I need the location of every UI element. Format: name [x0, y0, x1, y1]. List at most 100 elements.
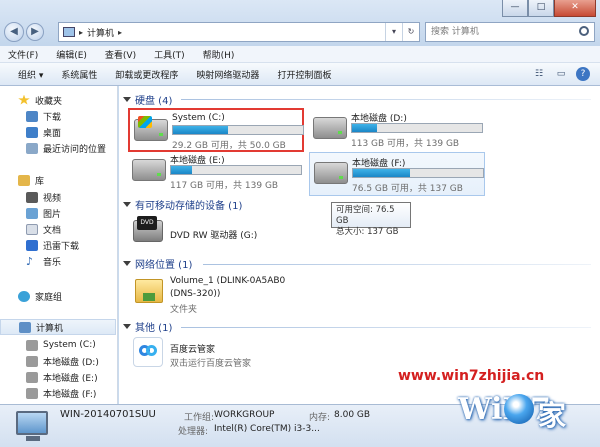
network-folder-icon[interactable]: [135, 275, 165, 305]
drive-usage-bar: [172, 125, 304, 135]
window-controls: — □ ✕: [502, 0, 596, 17]
content-pane: 硬盘 (4) System (C:) 29.2 GB 可用，共 50.0 GB …: [119, 86, 600, 404]
uninstall-program-button[interactable]: 卸载或更改程序: [115, 68, 178, 81]
drive-tooltip: 可用空间: 76.5 GB 总大小: 137 GB: [331, 202, 411, 237]
menu-edit[interactable]: 编辑(E): [56, 48, 87, 61]
computer-icon: [16, 411, 48, 435]
drive-size: 76.5 GB 可用，共 137 GB: [352, 184, 463, 194]
collapse-icon: [123, 324, 131, 329]
address-tail: ▾ ↻: [385, 23, 419, 41]
dvd-drive-icon[interactable]: DVD: [133, 216, 163, 246]
workgroup-label: 工作组:: [184, 413, 215, 423]
menu-help[interactable]: 帮助(H): [203, 48, 235, 61]
back-button[interactable]: ◀: [4, 22, 24, 42]
other-item-name[interactable]: 百度云管家: [170, 342, 215, 355]
computer-stand: [26, 436, 40, 441]
drive-led: [338, 131, 342, 134]
drive-e[interactable]: 本地磁盘 (E:) 117 GB 可用，共 139 GB: [128, 150, 304, 194]
preview-pane-icon[interactable]: ▭: [554, 67, 568, 81]
maximize-button[interactable]: □: [528, 0, 554, 17]
close-button[interactable]: ✕: [554, 0, 596, 17]
dvd-drive-name[interactable]: DVD RW 驱动器 (G:): [170, 228, 257, 241]
drive-f[interactable]: 本地磁盘 (F:) 76.5 GB 可用，共 137 GB: [309, 152, 485, 196]
search-input[interactable]: 搜索 计算机: [425, 22, 595, 42]
sidebar-item-label: 本地磁盘 (E:): [43, 373, 98, 384]
chevron-right-icon[interactable]: ▸: [118, 28, 122, 37]
cpu-label: 处理器:: [178, 427, 209, 437]
cloud-ring-right: [146, 345, 157, 356]
sidebar-libraries[interactable]: 库: [18, 172, 44, 188]
group-removable[interactable]: 有可移动存储的设备 (1): [123, 197, 242, 212]
address-bar[interactable]: ▸ 计算机 ▸ ▾ ↻: [58, 22, 420, 42]
open-control-panel-button[interactable]: 打开控制面板: [277, 68, 331, 81]
sidebar-computer[interactable]: 计算机: [0, 319, 116, 335]
address-path[interactable]: 计算机: [87, 26, 114, 39]
memory-label: 内存:: [309, 413, 331, 423]
system-properties-button[interactable]: 系统属性: [61, 68, 97, 81]
drive-size: 117 GB 可用，共 139 GB: [170, 181, 279, 191]
drive-led: [157, 173, 161, 176]
sidebar-item-recent[interactable]: 最近访问的位置: [26, 140, 106, 156]
tooltip-total-size: 总大小: 137 GB: [336, 227, 399, 237]
drive-c[interactable]: System (C:) 29.2 GB 可用，共 50.0 GB: [128, 108, 304, 152]
sidebar-item-downloads[interactable]: 下载: [26, 108, 61, 124]
change-view-icon[interactable]: ☷: [532, 67, 546, 81]
sidebar-item-drive-d[interactable]: 本地磁盘 (D:): [26, 353, 99, 369]
chevron-down-icon[interactable]: ▾: [385, 23, 402, 41]
sidebar-item-pictures[interactable]: 图片: [26, 205, 61, 221]
video-icon: [26, 191, 38, 203]
sidebar-favorites[interactable]: 收藏夹: [18, 92, 62, 108]
map-network-drive-button[interactable]: 映射网络驱动器: [196, 68, 259, 81]
collapse-icon: [123, 97, 131, 102]
sidebar-item-videos[interactable]: 视频: [26, 189, 61, 205]
refresh-icon[interactable]: ↻: [402, 23, 419, 41]
sidebar-item-label: 音乐: [43, 257, 62, 268]
sidebar-item-documents[interactable]: 文档: [26, 221, 61, 237]
desktop-icon: [26, 126, 38, 138]
group-network[interactable]: 网络位置 (1): [123, 256, 192, 271]
forward-button[interactable]: ▶: [26, 23, 44, 41]
sidebar-item-drive-f[interactable]: 本地磁盘 (F:): [26, 385, 96, 401]
minimize-button[interactable]: —: [502, 0, 528, 17]
sidebar-item-label: 本地磁盘 (F:): [43, 389, 97, 400]
sidebar-item-music[interactable]: ♪ 音乐: [26, 253, 61, 269]
sidebar-item-label: 本地磁盘 (D:): [43, 357, 99, 368]
tooltip-free-space: 可用空间: 76.5 GB: [336, 205, 395, 226]
sidebar-homegroup[interactable]: 家庭组: [18, 288, 62, 304]
collapse-icon: [123, 261, 131, 266]
help-icon[interactable]: ?: [576, 67, 590, 81]
baidu-cloud-icon[interactable]: [133, 337, 163, 367]
search-icon[interactable]: [579, 26, 589, 36]
group-hard-disks[interactable]: 硬盘 (4): [123, 92, 172, 107]
other-item-desc: 双击运行百度云管家: [170, 359, 252, 369]
group-other[interactable]: 其他 (1): [123, 319, 172, 334]
hard-drive-icon: [132, 159, 166, 181]
drive-d[interactable]: 本地磁盘 (D:) 113 GB 可用，共 139 GB: [309, 108, 485, 152]
computer-icon: [63, 27, 75, 37]
group-title: 其他 (1): [135, 323, 173, 334]
dvd-badge: DVD: [137, 216, 157, 230]
menu-file[interactable]: 文件(F): [8, 48, 38, 61]
hard-drive-icon: [26, 387, 38, 399]
group-divider: [203, 264, 591, 265]
sidebar-item-drive-e[interactable]: 本地磁盘 (E:): [26, 369, 98, 385]
chevron-right-icon: ▸: [79, 27, 84, 37]
menu-tools[interactable]: 工具(T): [154, 48, 185, 61]
computer-name: WIN-20140701SUU: [60, 409, 156, 420]
sidebar-section-label: 计算机: [36, 323, 64, 334]
recent-places-icon: [26, 142, 38, 154]
sidebar-item-label: 桌面: [43, 128, 62, 139]
navigation-bar: ◀ ▶ ▸ 计算机 ▸ ▾ ↻ 搜索 计算机: [0, 20, 600, 44]
drive-usage-bar: [351, 123, 483, 133]
sidebar-item-desktop[interactable]: 桌面: [26, 124, 61, 140]
documents-icon: [26, 223, 38, 235]
menu-view[interactable]: 查看(V): [105, 48, 136, 61]
network-item-name[interactable]: Volume_1 (DLINK-0A5AB0: [170, 276, 285, 286]
windows-logo-icon: [138, 116, 152, 128]
sidebar-item-xunlei[interactable]: 迅雷下载: [26, 237, 79, 253]
network-item-name-cont[interactable]: (DNS-320)): [170, 289, 220, 299]
drive-usage-fill: [352, 124, 377, 132]
sidebar-item-drive-c[interactable]: System (C:): [26, 337, 96, 353]
organize-button[interactable]: 组织 ▾: [18, 68, 43, 81]
hard-drive-icon: [313, 117, 347, 139]
